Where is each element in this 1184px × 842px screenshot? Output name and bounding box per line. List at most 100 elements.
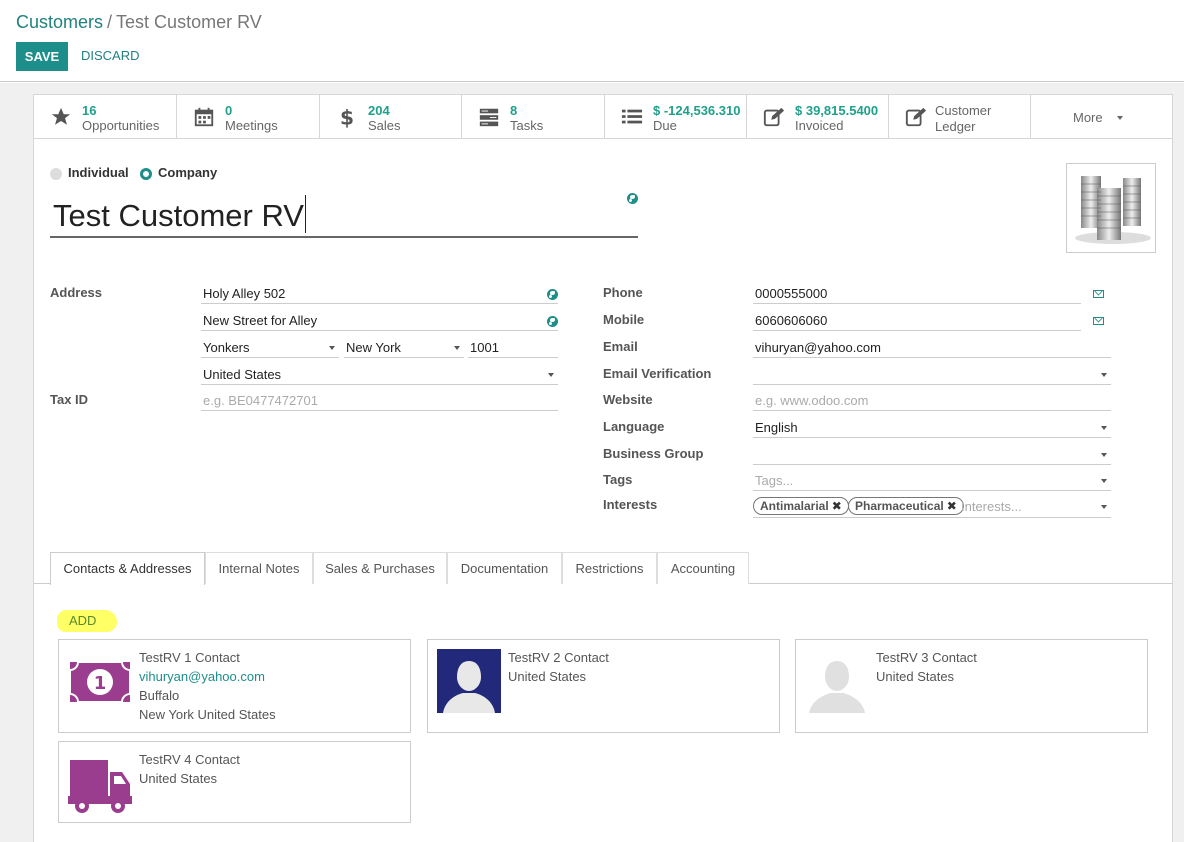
add-label: ADD bbox=[69, 613, 97, 628]
email-input[interactable]: vihuryan@yahoo.com bbox=[753, 338, 1111, 358]
individual-radio[interactable] bbox=[50, 168, 62, 180]
contact-email-link[interactable]: vihuryan@yahoo.com bbox=[139, 669, 265, 684]
contact-name: TestRV 3 Contact bbox=[876, 650, 977, 665]
sms-envelope-icon[interactable] bbox=[1093, 290, 1104, 298]
star-icon bbox=[51, 107, 71, 125]
partner-name-input[interactable]: Test Customer RV bbox=[50, 191, 638, 238]
interest-tag-label: Pharmaceutical bbox=[855, 499, 944, 513]
tab-restrictions[interactable]: Restrictions bbox=[562, 552, 657, 584]
city-select[interactable]: Yonkers bbox=[201, 338, 339, 358]
remove-tag-icon[interactable]: ✖ bbox=[947, 499, 957, 513]
stat-label: Tasks bbox=[510, 118, 544, 133]
stat-label: Invoiced bbox=[795, 118, 844, 133]
smart-button-box: 16 Opportunities 0 Meetings $ 204 Sales … bbox=[34, 95, 1172, 139]
more-label: More bbox=[1073, 110, 1103, 125]
stat-value: 204 bbox=[368, 103, 390, 118]
tasks-icon bbox=[479, 108, 499, 127]
tab-contacts-addresses[interactable]: Contacts & Addresses bbox=[50, 552, 205, 585]
add-contact-button[interactable]: ADD bbox=[57, 610, 117, 632]
phone-label: Phone bbox=[603, 285, 643, 300]
sales-stat-button[interactable]: $ 204 Sales bbox=[320, 95, 462, 139]
language-label: Language bbox=[603, 419, 665, 434]
company-radio[interactable] bbox=[140, 168, 152, 180]
company-label[interactable]: Company bbox=[158, 165, 217, 180]
stat-value: 0 bbox=[225, 103, 233, 118]
customer-ledger-button[interactable]: Customer Ledger bbox=[889, 95, 1031, 139]
contact-country: United States bbox=[139, 771, 218, 786]
email-verification-label: Email Verification bbox=[603, 366, 712, 381]
contact-state-country: New York United States bbox=[139, 707, 276, 722]
form-sheet: 16 Opportunities 0 Meetings $ 204 Sales … bbox=[33, 94, 1173, 842]
email-verification-select[interactable] bbox=[753, 365, 1111, 385]
more-dropdown-button[interactable]: More bbox=[1031, 95, 1172, 139]
contact-name: TestRV 1 Contact bbox=[139, 650, 240, 665]
business-group-label: Business Group bbox=[603, 446, 704, 461]
country-select[interactable]: United States bbox=[201, 365, 558, 385]
translate-globe-icon[interactable] bbox=[547, 289, 558, 300]
discard-button[interactable]: DISCARD bbox=[81, 48, 140, 63]
sms-envelope-icon[interactable] bbox=[1093, 317, 1104, 325]
interest-tag[interactable]: Antimalarial ✖ bbox=[753, 497, 849, 515]
website-placeholder: e.g. www.odoo.com bbox=[755, 393, 869, 408]
breadcrumb-customers-link[interactable]: Customers bbox=[16, 12, 103, 32]
stat-value: $ -124,536.310 bbox=[653, 103, 741, 118]
contact-card[interactable]: 1 TestRV 1 Contact vihuryan@yahoo.com Bu… bbox=[58, 639, 411, 733]
company-image[interactable] bbox=[1066, 163, 1156, 253]
mobile-input[interactable]: 6060606060 bbox=[753, 311, 1081, 331]
tax-id-input[interactable]: e.g. BE0477472701 bbox=[201, 391, 558, 411]
opportunities-stat-button[interactable]: 16 Opportunities bbox=[34, 95, 177, 139]
translate-globe-icon[interactable] bbox=[547, 316, 558, 327]
partner-name-value: Test Customer RV bbox=[53, 198, 304, 233]
tab-internal-notes[interactable]: Internal Notes bbox=[205, 552, 313, 584]
dollar-icon: $ bbox=[340, 106, 354, 128]
list-icon bbox=[621, 109, 643, 124]
invoiced-stat-button[interactable]: $ 39,815.5400 Invoiced bbox=[747, 95, 889, 139]
website-input[interactable]: e.g. www.odoo.com bbox=[753, 391, 1111, 411]
edit-icon bbox=[763, 107, 785, 127]
interests-label: Interests bbox=[603, 497, 658, 512]
text-cursor bbox=[304, 195, 306, 233]
language-value: English bbox=[755, 420, 798, 435]
tasks-stat-button[interactable]: 8 Tasks bbox=[462, 95, 605, 139]
state-value: New York bbox=[346, 340, 401, 355]
save-button[interactable]: SAVE bbox=[16, 42, 68, 71]
contact-card[interactable]: TestRV 2 Contact United States bbox=[427, 639, 780, 733]
tab-documentation[interactable]: Documentation bbox=[447, 552, 562, 584]
translate-globe-icon[interactable] bbox=[627, 193, 638, 204]
business-group-select[interactable] bbox=[753, 445, 1111, 465]
money-icon: 1 bbox=[69, 661, 131, 703]
dropdown-caret-icon bbox=[1101, 426, 1107, 430]
contact-country: United States bbox=[508, 669, 587, 684]
individual-label[interactable]: Individual bbox=[68, 165, 129, 180]
city-value: Yonkers bbox=[203, 340, 250, 355]
contact-card[interactable]: TestRV 3 Contact United States bbox=[795, 639, 1148, 733]
dropdown-caret-icon bbox=[548, 373, 554, 377]
tax-id-placeholder: e.g. BE0477472701 bbox=[203, 393, 318, 408]
interests-input[interactable]: Antimalarial ✖ Pharmaceutical ✖ Interests.… bbox=[753, 496, 1111, 518]
stat-value: $ 39,815.5400 bbox=[795, 103, 879, 118]
tab-sales-purchases[interactable]: Sales & Purchases bbox=[313, 552, 447, 584]
phone-input[interactable]: 0000555000 bbox=[753, 284, 1081, 304]
street-input[interactable]: Holy Alley 502 bbox=[201, 284, 558, 304]
contact-name: TestRV 2 Contact bbox=[508, 650, 609, 665]
state-select[interactable]: New York bbox=[344, 338, 464, 358]
interest-tag[interactable]: Pharmaceutical ✖ bbox=[848, 497, 964, 515]
mobile-label: Mobile bbox=[603, 312, 645, 327]
due-stat-button[interactable]: $ -124,536.310 Due bbox=[605, 95, 747, 139]
contact-card[interactable]: TestRV 4 Contact United States bbox=[58, 741, 411, 823]
country-value: United States bbox=[203, 367, 282, 382]
zip-input[interactable]: 1001 bbox=[468, 338, 558, 358]
remove-tag-icon[interactable]: ✖ bbox=[832, 499, 842, 513]
stat-label: Opportunities bbox=[82, 118, 160, 133]
language-select[interactable]: English bbox=[753, 418, 1111, 438]
meetings-stat-button[interactable]: 0 Meetings bbox=[177, 95, 320, 139]
stat-value: 16 bbox=[82, 103, 97, 118]
person-avatar-icon bbox=[805, 649, 869, 713]
email-label: Email bbox=[603, 339, 638, 354]
street2-value: New Street for Alley bbox=[203, 313, 318, 328]
stat-label: Sales bbox=[368, 118, 401, 133]
breadcrumb-current: Test Customer RV bbox=[116, 12, 262, 32]
tags-input[interactable]: Tags... bbox=[753, 471, 1111, 491]
tab-accounting[interactable]: Accounting bbox=[657, 552, 749, 584]
street2-input[interactable]: New Street for Alley bbox=[201, 311, 558, 331]
